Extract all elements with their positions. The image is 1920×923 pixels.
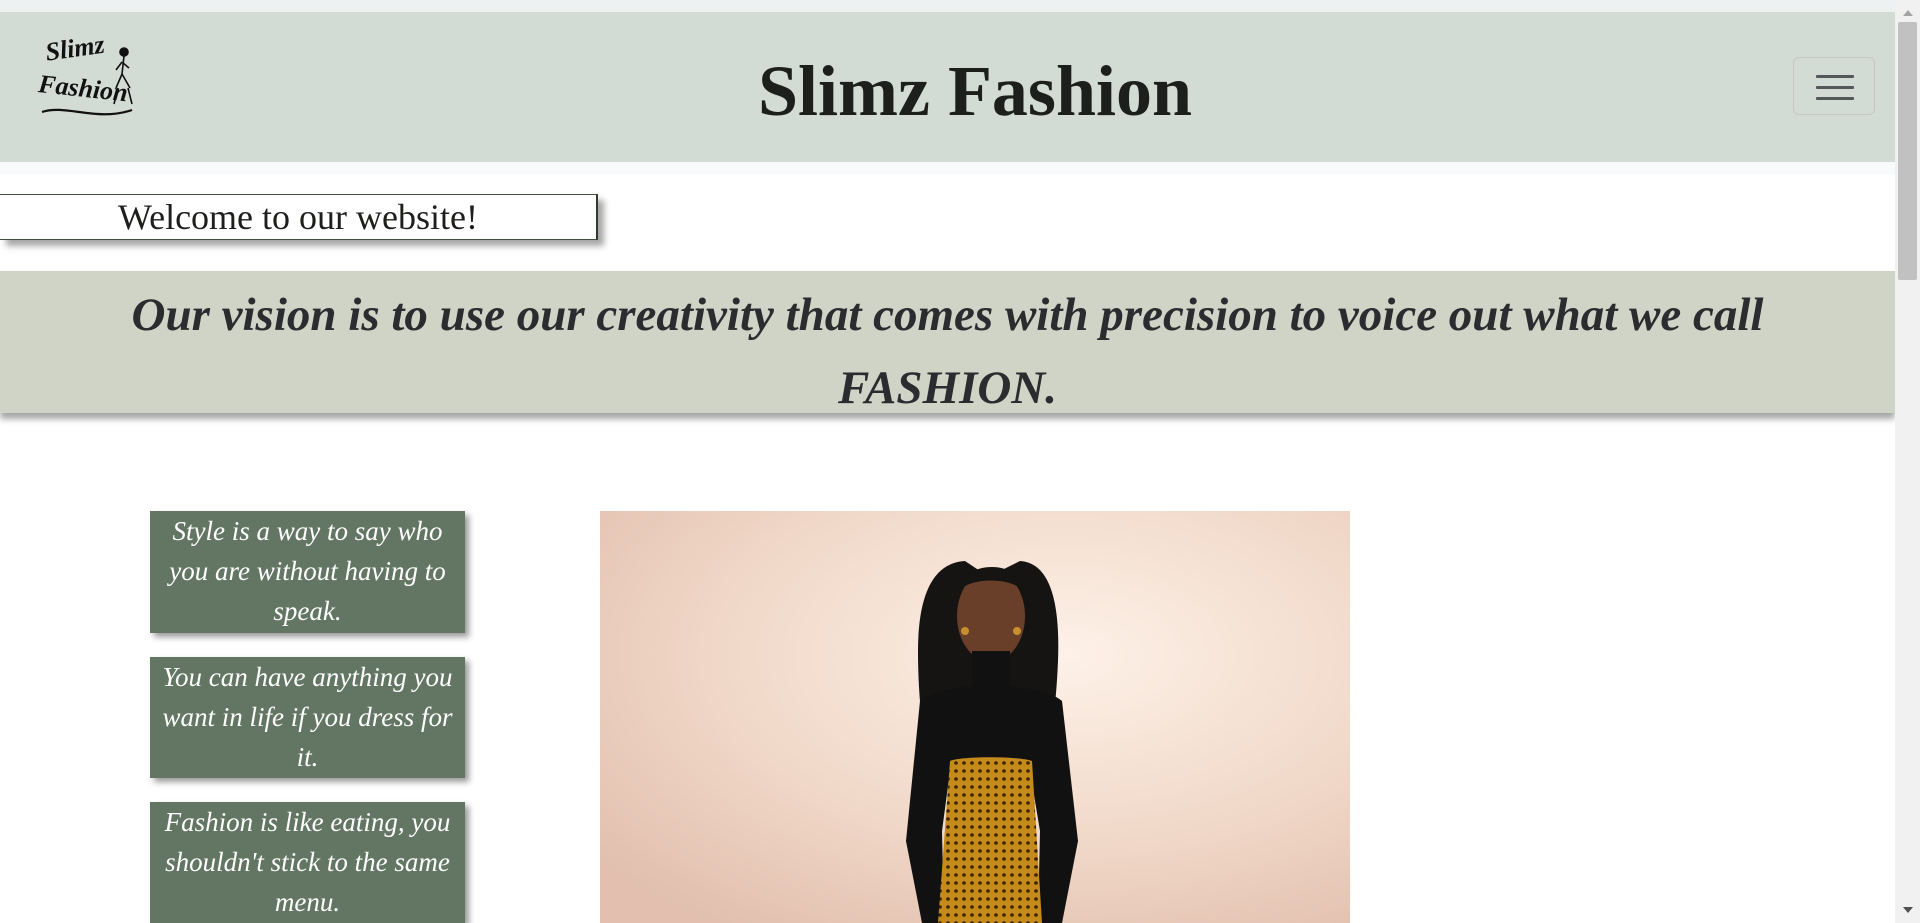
site-title: Slimz Fashion <box>757 51 1193 131</box>
scroll-down-arrow-icon[interactable] <box>1903 907 1913 913</box>
vertical-scrollbar[interactable] <box>1895 0 1920 923</box>
page: Slimz Fashion Slimz Fashion Welcome to o… <box>0 0 1895 923</box>
welcome-text: Welcome to our website! <box>118 197 478 237</box>
hamburger-menu-icon <box>1816 75 1854 78</box>
navbar: Slimz Fashion Slimz Fashion <box>0 12 1895 162</box>
scrollbar-thumb[interactable] <box>1898 22 1917 280</box>
hamburger-menu-button[interactable] <box>1793 57 1875 115</box>
quote-text: You can have anything you want in life i… <box>162 662 453 772</box>
quote-card-2: You can have anything you want in life i… <box>150 657 465 778</box>
model-portrait <box>600 511 1350 923</box>
quote-card-3: Fashion is like eating, you shouldn't st… <box>150 802 465 923</box>
vision-statement: Our vision is to use our creativity that… <box>131 289 1764 414</box>
welcome-strip <box>0 162 1895 174</box>
model-figure <box>906 561 1078 923</box>
welcome-banner: Welcome to our website! <box>0 194 598 240</box>
top-strip <box>0 0 1895 12</box>
hamburger-bar <box>1816 97 1854 100</box>
quote-text: Style is a way to say who you are withou… <box>169 516 446 626</box>
quote-card-1: Style is a way to say who you are withou… <box>150 511 465 633</box>
hamburger-bar <box>1816 86 1854 89</box>
scroll-up-arrow-icon[interactable] <box>1903 10 1913 16</box>
vision-banner: Our vision is to use our creativity that… <box>0 271 1895 414</box>
hero-model-image <box>600 511 1350 923</box>
quote-text: Fashion is like eating, you shouldn't st… <box>164 807 451 917</box>
